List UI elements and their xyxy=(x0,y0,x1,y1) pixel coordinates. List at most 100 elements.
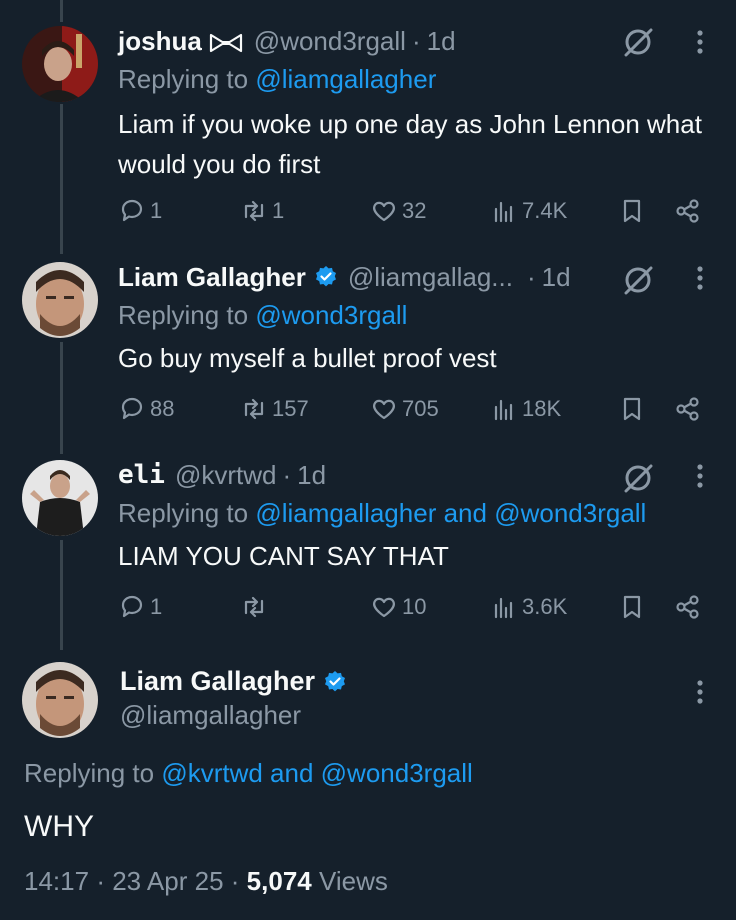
thread-line-3 xyxy=(60,540,63,650)
handle[interactable]: @liamgallag... xyxy=(348,262,513,293)
tweet-meta: 14:17 · 23 Apr 25 · 5,074 Views xyxy=(24,866,388,896)
tweet-header: Liam Gallagher @liamgallag... · 1d xyxy=(118,260,571,294)
repost-icon xyxy=(244,200,264,222)
action-bar: 1 1 32 7.4K xyxy=(118,194,718,228)
share-icon xyxy=(676,199,699,223)
repost-count: 1 xyxy=(272,198,285,223)
reply-count: 1 xyxy=(150,594,163,619)
reply-icon xyxy=(121,595,143,618)
mention-link[interactable]: @kvrtwd xyxy=(161,758,263,788)
grok-icon[interactable] xyxy=(620,460,656,496)
reply-button[interactable]: 1 xyxy=(118,194,162,228)
repost-button[interactable] xyxy=(240,590,272,624)
post-time[interactable]: 14:17 xyxy=(24,866,89,896)
repost-icon xyxy=(244,398,264,420)
views-count[interactable]: 5,074 xyxy=(247,866,312,896)
replying-to: Replying to @liamgallagher and @wond3rga… xyxy=(118,498,647,528)
views-count: 18K xyxy=(522,396,562,421)
like-count: 10 xyxy=(402,594,427,619)
timestamp[interactable]: 1d xyxy=(427,26,456,57)
like-button[interactable]: 705 xyxy=(370,392,439,426)
more-icon[interactable] xyxy=(686,260,714,296)
main-tweet-text: WHY xyxy=(24,810,94,843)
bookmark-icon xyxy=(623,595,641,619)
views-icon xyxy=(494,201,513,223)
mention-link[interactable]: @liamgallagher xyxy=(255,64,436,94)
replying-to: Replying to @liamgallagher xyxy=(118,64,437,94)
display-name[interactable]: joshua xyxy=(118,26,202,57)
bookmark-icon xyxy=(623,397,641,421)
share-button[interactable] xyxy=(674,194,702,228)
main-handle[interactable]: @liamgallagher xyxy=(120,700,301,731)
action-bar: 88 157 705 18K xyxy=(118,392,718,426)
more-icon[interactable] xyxy=(686,458,714,494)
views-count: 3.6K xyxy=(522,594,568,619)
like-icon xyxy=(373,201,395,222)
views-icon xyxy=(494,399,513,421)
like-icon xyxy=(373,399,395,420)
share-icon xyxy=(676,595,699,619)
avatar[interactable] xyxy=(22,662,98,738)
reply-count: 88 xyxy=(150,396,175,421)
bowtie-icon xyxy=(208,30,244,53)
share-button[interactable] xyxy=(674,590,702,624)
mention-link[interactable]: @liamgallagher xyxy=(255,498,436,528)
thread-line-1 xyxy=(60,104,63,254)
like-count: 705 xyxy=(402,396,439,421)
tweet-header: joshua @wond3rgall · 1d xyxy=(118,24,456,58)
timestamp[interactable]: 1d xyxy=(297,460,326,491)
bookmark-button[interactable] xyxy=(618,590,646,624)
tweet-header: eli @kvrtwd · 1d xyxy=(118,458,326,492)
reply-count: 1 xyxy=(150,198,163,223)
reply-button[interactable]: 88 xyxy=(118,392,174,426)
post-date[interactable]: 23 Apr 25 xyxy=(112,866,223,896)
thread-line-2 xyxy=(60,342,63,454)
views-button[interactable]: 7.4K xyxy=(490,194,567,228)
mention-link[interactable]: @wond3rgall xyxy=(255,300,407,330)
views-button[interactable]: 3.6K xyxy=(490,590,567,624)
mention-link[interactable]: @wond3rgall xyxy=(321,758,473,788)
thread-line-top xyxy=(60,0,63,22)
main-display-name[interactable]: Liam Gallagher xyxy=(120,666,347,697)
views-button[interactable]: 18K xyxy=(490,392,561,426)
tweet-text: Go buy myself a bullet proof vest xyxy=(118,343,497,373)
like-icon xyxy=(373,597,395,618)
replying-to: Replying to @kvrtwd and @wond3rgall xyxy=(24,758,473,788)
bookmark-button[interactable] xyxy=(618,194,646,228)
avatar[interactable] xyxy=(22,460,98,536)
more-icon[interactable] xyxy=(686,674,714,710)
display-name[interactable]: Liam Gallagher xyxy=(118,262,306,293)
views-count: 7.4K xyxy=(522,198,568,223)
handle[interactable]: @wond3rgall xyxy=(254,26,406,57)
bookmark-icon xyxy=(623,199,641,223)
views-icon xyxy=(494,597,513,619)
verified-icon xyxy=(314,265,338,289)
like-button[interactable]: 10 xyxy=(370,590,426,624)
display-name[interactable]: eli xyxy=(118,460,165,490)
grok-icon[interactable] xyxy=(620,262,656,298)
like-count: 32 xyxy=(402,198,427,223)
reply-button[interactable]: 1 xyxy=(118,590,162,624)
repost-button[interactable]: 1 xyxy=(240,194,284,228)
repost-count: 157 xyxy=(272,396,309,421)
timestamp[interactable]: 1d xyxy=(542,262,571,293)
reply-icon xyxy=(121,199,143,222)
more-icon[interactable] xyxy=(686,24,714,60)
avatar[interactable] xyxy=(22,26,98,102)
views-label: Views xyxy=(318,866,388,896)
verified-icon xyxy=(323,670,347,694)
handle[interactable]: @kvrtwd xyxy=(175,460,277,491)
avatar[interactable] xyxy=(22,262,98,338)
separator: · xyxy=(526,261,536,292)
tweet-text: Liam if you woke up one day as John Lenn… xyxy=(118,109,702,179)
separator: · xyxy=(282,459,292,490)
repost-icon xyxy=(244,596,264,618)
grok-icon[interactable] xyxy=(620,24,656,60)
bookmark-button[interactable] xyxy=(618,392,646,426)
repost-button[interactable]: 157 xyxy=(240,392,309,426)
replying-to: Replying to @wond3rgall xyxy=(118,300,408,330)
like-button[interactable]: 32 xyxy=(370,194,426,228)
share-button[interactable] xyxy=(674,392,702,426)
reply-icon xyxy=(121,397,143,420)
mention-link[interactable]: @wond3rgall xyxy=(494,498,646,528)
